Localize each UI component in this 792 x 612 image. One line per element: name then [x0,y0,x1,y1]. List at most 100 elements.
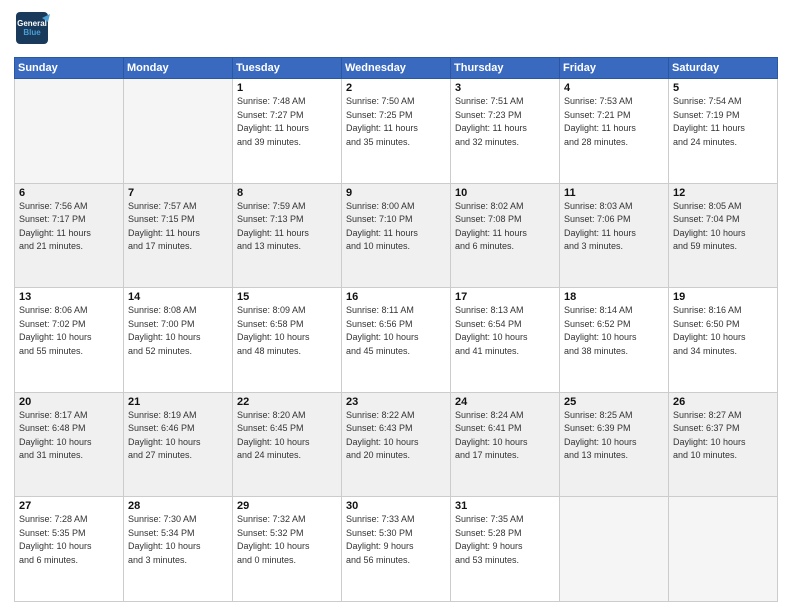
calendar-cell [124,79,233,184]
calendar-cell: 26Sunrise: 8:27 AM Sunset: 6:37 PM Dayli… [669,392,778,497]
calendar-cell: 6Sunrise: 7:56 AM Sunset: 7:17 PM Daylig… [15,183,124,288]
calendar-cell [15,79,124,184]
day-number: 28 [128,500,229,512]
day-number: 14 [128,291,229,303]
day-number: 8 [237,187,338,199]
day-number: 30 [346,500,447,512]
calendar-cell: 16Sunrise: 8:11 AM Sunset: 6:56 PM Dayli… [342,288,451,393]
calendar-cell: 27Sunrise: 7:28 AM Sunset: 5:35 PM Dayli… [15,497,124,602]
calendar-row: 13Sunrise: 8:06 AM Sunset: 7:02 PM Dayli… [15,288,778,393]
day-number: 10 [455,187,556,199]
day-info: Sunrise: 7:35 AM Sunset: 5:28 PM Dayligh… [455,513,556,567]
day-info: Sunrise: 8:19 AM Sunset: 6:46 PM Dayligh… [128,409,229,463]
calendar-cell: 20Sunrise: 8:17 AM Sunset: 6:48 PM Dayli… [15,392,124,497]
day-info: Sunrise: 7:48 AM Sunset: 7:27 PM Dayligh… [237,95,338,149]
day-info: Sunrise: 7:30 AM Sunset: 5:34 PM Dayligh… [128,513,229,567]
day-number: 31 [455,500,556,512]
day-number: 6 [19,187,120,199]
day-info: Sunrise: 7:57 AM Sunset: 7:15 PM Dayligh… [128,200,229,254]
calendar-cell: 24Sunrise: 8:24 AM Sunset: 6:41 PM Dayli… [451,392,560,497]
day-info: Sunrise: 8:00 AM Sunset: 7:10 PM Dayligh… [346,200,447,254]
day-number: 12 [673,187,774,199]
weekday-header: Tuesday [233,58,342,79]
calendar-cell: 22Sunrise: 8:20 AM Sunset: 6:45 PM Dayli… [233,392,342,497]
day-info: Sunrise: 8:20 AM Sunset: 6:45 PM Dayligh… [237,409,338,463]
day-info: Sunrise: 8:22 AM Sunset: 6:43 PM Dayligh… [346,409,447,463]
calendar-cell: 17Sunrise: 8:13 AM Sunset: 6:54 PM Dayli… [451,288,560,393]
weekday-header: Monday [124,58,233,79]
calendar-cell: 13Sunrise: 8:06 AM Sunset: 7:02 PM Dayli… [15,288,124,393]
day-info: Sunrise: 7:50 AM Sunset: 7:25 PM Dayligh… [346,95,447,149]
day-info: Sunrise: 7:56 AM Sunset: 7:17 PM Dayligh… [19,200,120,254]
calendar-cell: 23Sunrise: 8:22 AM Sunset: 6:43 PM Dayli… [342,392,451,497]
day-info: Sunrise: 7:32 AM Sunset: 5:32 PM Dayligh… [237,513,338,567]
day-number: 19 [673,291,774,303]
calendar-row: 1Sunrise: 7:48 AM Sunset: 7:27 PM Daylig… [15,79,778,184]
day-number: 9 [346,187,447,199]
calendar-cell: 9Sunrise: 8:00 AM Sunset: 7:10 PM Daylig… [342,183,451,288]
day-info: Sunrise: 7:53 AM Sunset: 7:21 PM Dayligh… [564,95,665,149]
day-info: Sunrise: 7:51 AM Sunset: 7:23 PM Dayligh… [455,95,556,149]
calendar-cell: 31Sunrise: 7:35 AM Sunset: 5:28 PM Dayli… [451,497,560,602]
calendar-cell: 5Sunrise: 7:54 AM Sunset: 7:19 PM Daylig… [669,79,778,184]
calendar-cell: 29Sunrise: 7:32 AM Sunset: 5:32 PM Dayli… [233,497,342,602]
day-info: Sunrise: 8:17 AM Sunset: 6:48 PM Dayligh… [19,409,120,463]
calendar-cell: 30Sunrise: 7:33 AM Sunset: 5:30 PM Dayli… [342,497,451,602]
calendar-cell: 28Sunrise: 7:30 AM Sunset: 5:34 PM Dayli… [124,497,233,602]
calendar-cell: 19Sunrise: 8:16 AM Sunset: 6:50 PM Dayli… [669,288,778,393]
weekday-header: Sunday [15,58,124,79]
calendar-cell: 8Sunrise: 7:59 AM Sunset: 7:13 PM Daylig… [233,183,342,288]
calendar-cell: 7Sunrise: 7:57 AM Sunset: 7:15 PM Daylig… [124,183,233,288]
calendar-cell [669,497,778,602]
calendar-cell: 11Sunrise: 8:03 AM Sunset: 7:06 PM Dayli… [560,183,669,288]
calendar-cell: 25Sunrise: 8:25 AM Sunset: 6:39 PM Dayli… [560,392,669,497]
day-info: Sunrise: 8:05 AM Sunset: 7:04 PM Dayligh… [673,200,774,254]
svg-text:General: General [17,19,47,28]
day-number: 27 [19,500,120,512]
day-info: Sunrise: 7:59 AM Sunset: 7:13 PM Dayligh… [237,200,338,254]
day-info: Sunrise: 7:33 AM Sunset: 5:30 PM Dayligh… [346,513,447,567]
day-info: Sunrise: 8:03 AM Sunset: 7:06 PM Dayligh… [564,200,665,254]
calendar-cell: 2Sunrise: 7:50 AM Sunset: 7:25 PM Daylig… [342,79,451,184]
day-info: Sunrise: 8:09 AM Sunset: 6:58 PM Dayligh… [237,304,338,358]
calendar-cell: 10Sunrise: 8:02 AM Sunset: 7:08 PM Dayli… [451,183,560,288]
calendar: SundayMondayTuesdayWednesdayThursdayFrid… [14,57,778,602]
weekday-header-row: SundayMondayTuesdayWednesdayThursdayFrid… [15,58,778,79]
day-number: 22 [237,396,338,408]
day-number: 24 [455,396,556,408]
logo-icon: General Blue [14,10,50,51]
day-info: Sunrise: 8:08 AM Sunset: 7:00 PM Dayligh… [128,304,229,358]
day-number: 4 [564,82,665,94]
day-info: Sunrise: 8:27 AM Sunset: 6:37 PM Dayligh… [673,409,774,463]
day-info: Sunrise: 8:24 AM Sunset: 6:41 PM Dayligh… [455,409,556,463]
day-number: 21 [128,396,229,408]
day-info: Sunrise: 8:06 AM Sunset: 7:02 PM Dayligh… [19,304,120,358]
day-info: Sunrise: 8:11 AM Sunset: 6:56 PM Dayligh… [346,304,447,358]
weekday-header: Saturday [669,58,778,79]
header: General Blue [14,10,778,51]
day-number: 2 [346,82,447,94]
page: General Blue SundayMondayTuesdayWednesda… [0,0,792,612]
day-number: 29 [237,500,338,512]
calendar-cell: 14Sunrise: 8:08 AM Sunset: 7:00 PM Dayli… [124,288,233,393]
calendar-cell: 4Sunrise: 7:53 AM Sunset: 7:21 PM Daylig… [560,79,669,184]
day-info: Sunrise: 8:16 AM Sunset: 6:50 PM Dayligh… [673,304,774,358]
day-number: 11 [564,187,665,199]
calendar-cell: 18Sunrise: 8:14 AM Sunset: 6:52 PM Dayli… [560,288,669,393]
day-number: 20 [19,396,120,408]
day-info: Sunrise: 8:02 AM Sunset: 7:08 PM Dayligh… [455,200,556,254]
calendar-row: 27Sunrise: 7:28 AM Sunset: 5:35 PM Dayli… [15,497,778,602]
calendar-row: 20Sunrise: 8:17 AM Sunset: 6:48 PM Dayli… [15,392,778,497]
day-number: 3 [455,82,556,94]
calendar-cell: 3Sunrise: 7:51 AM Sunset: 7:23 PM Daylig… [451,79,560,184]
logo: General Blue [14,10,50,51]
day-number: 18 [564,291,665,303]
calendar-cell: 1Sunrise: 7:48 AM Sunset: 7:27 PM Daylig… [233,79,342,184]
day-number: 15 [237,291,338,303]
day-number: 25 [564,396,665,408]
day-number: 1 [237,82,338,94]
calendar-cell: 15Sunrise: 8:09 AM Sunset: 6:58 PM Dayli… [233,288,342,393]
calendar-row: 6Sunrise: 7:56 AM Sunset: 7:17 PM Daylig… [15,183,778,288]
day-info: Sunrise: 8:14 AM Sunset: 6:52 PM Dayligh… [564,304,665,358]
day-number: 5 [673,82,774,94]
